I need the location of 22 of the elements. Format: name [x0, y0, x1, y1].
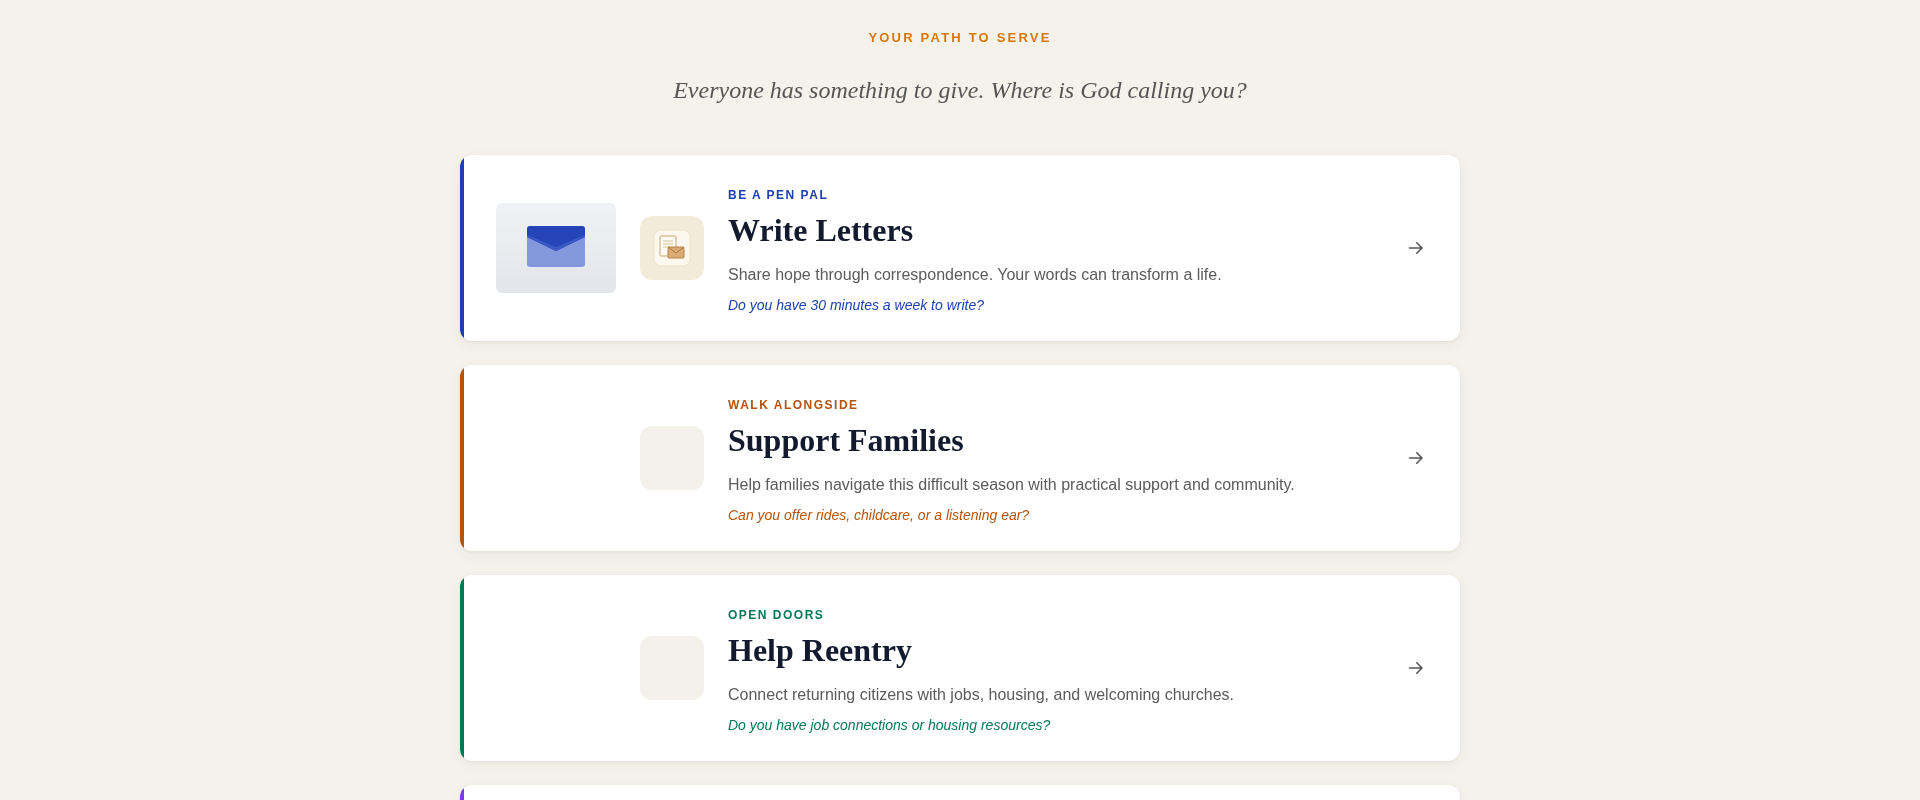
card-title: Write Letters [728, 211, 914, 249]
path-card[interactable]: OPEN DOORS Help Reentry Connect returning citizens with jobs, housing, and welcoming churches. Do you have job connections or housing resources? [460, 575, 1460, 761]
card-question: Do you have 30 minutes a week to write? [728, 296, 985, 315]
card-question: Do you have job connections or housing resources? [728, 716, 1051, 735]
letter-envelope-icon [640, 216, 704, 280]
section-eyebrow: YOUR PATH TO SERVE [868, 30, 1052, 46]
card-title: Support Families [728, 421, 964, 459]
path-card[interactable] [460, 785, 1460, 800]
card-description: Share hope through correspondence. Your words can transform a life. [728, 265, 1222, 285]
path-card[interactable]: BE A PEN PAL Write Letters Share hope through correspondence. Your words can transform a life. Do you have 30 minutes a week to write? [460, 155, 1460, 341]
path-card[interactable]: WALK ALONGSIDE Support Families Help families navigate this difficult season with practical support and community. Can you offer rides, childcare, or a listening ear? [460, 365, 1460, 551]
section-subtitle: Everyone has something to give. Where is God calling you? [673, 76, 1247, 105]
arrow-right-icon [1408, 660, 1424, 676]
arrow-right-icon [1408, 240, 1424, 256]
card-title: Help Reentry [728, 631, 912, 669]
card-eyebrow: BE A PEN PAL [728, 187, 829, 203]
card-eyebrow: OPEN DOORS [728, 607, 825, 623]
card-question: Can you offer rides, childcare, or a listening ear? [728, 506, 1030, 525]
card-description: Help families navigate this difficult season with practical support and community. [728, 475, 1295, 495]
card-description: Connect returning citizens with jobs, housing, and welcoming churches. [728, 685, 1235, 705]
arrow-right-icon [1408, 450, 1424, 466]
card-eyebrow: WALK ALONGSIDE [728, 397, 859, 413]
